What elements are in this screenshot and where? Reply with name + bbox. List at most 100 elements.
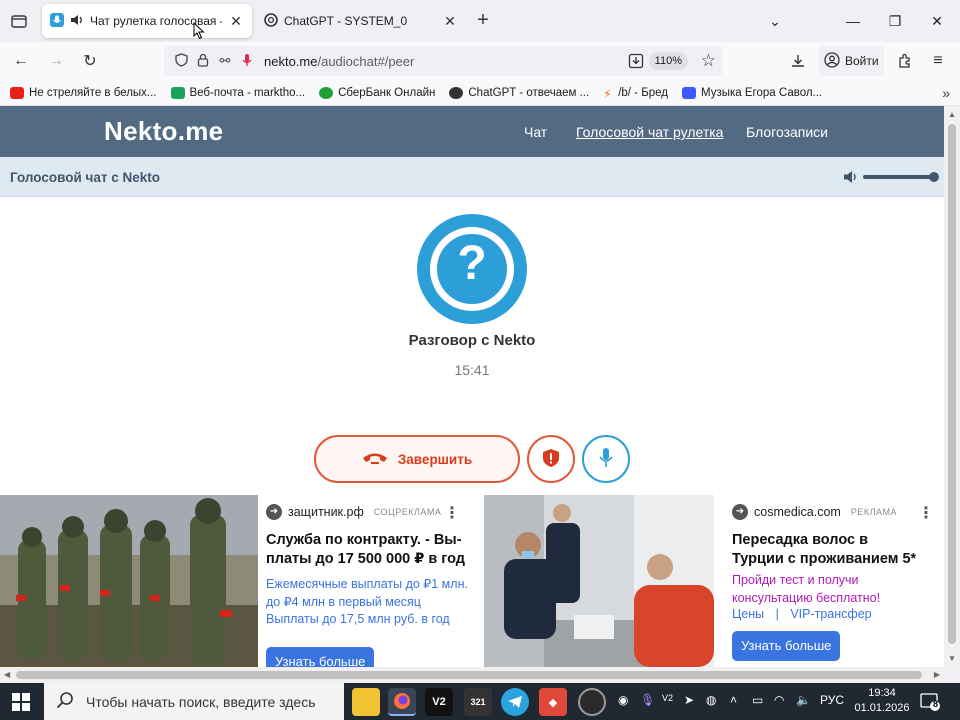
ad-headline[interactable]: Служба по контракту. - Вы­платы до 17 50…	[266, 531, 466, 569]
nav-link-voice-roulette[interactable]: Голосовой чат рулетка	[576, 124, 723, 140]
shield-icon[interactable]	[170, 52, 192, 70]
ad-text[interactable]: Пройди тест и получи консультацию беспла…	[732, 571, 922, 607]
tab-list-icon[interactable]	[8, 10, 30, 32]
reload-icon[interactable]: ↻	[77, 49, 103, 73]
horizontal-scrollbar[interactable]: ◀ ▶	[0, 667, 944, 683]
tray-app-icon[interactable]: ◉	[618, 693, 628, 707]
bookmark-item[interactable]: Музыка Егора Савол...	[682, 86, 822, 99]
ad-source[interactable]: ➜ cosmedica.com РЕКЛАМА	[732, 504, 897, 520]
clock[interactable]: 19:34 01.01.2026	[852, 686, 912, 716]
scrollbar-thumb[interactable]	[16, 671, 922, 679]
shield-alert-icon	[542, 448, 560, 471]
close-tab-icon[interactable]: ✕	[228, 13, 244, 30]
bookmark-item[interactable]: ⚡/b/ - Бред	[603, 86, 668, 101]
taskbar-search[interactable]: Чтобы начать поиск, введите здесь	[44, 683, 344, 720]
ad-image-soldiers[interactable]	[0, 495, 258, 667]
minimize-icon[interactable]: —	[838, 8, 868, 34]
volume-icon[interactable]: 🔈	[796, 693, 811, 707]
site-logo[interactable]: Nekto.me	[104, 116, 223, 147]
ad-card[interactable]: ➜ защитник.рф СОЦРЕКЛАМА ⋮ Служба по кон…	[258, 495, 470, 667]
ad-image-clinic[interactable]	[484, 495, 714, 667]
ad-card[interactable]: ➜ cosmedica.com РЕКЛАМА ⋮ Пересадка воло…	[724, 495, 944, 667]
tray-chevron-up-icon[interactable]: ˄	[730, 693, 737, 707]
obs-icon[interactable]	[578, 688, 606, 716]
music-icon	[682, 86, 697, 99]
back-arrow-icon[interactable]: ←	[8, 49, 34, 73]
ad-link-vip[interactable]: VIP-трансфер	[790, 607, 871, 621]
ad-text-line[interactable]: до ₽4 млн в первый месяц	[266, 593, 421, 611]
forward-arrow-icon[interactable]: →	[43, 49, 69, 73]
volume-slider[interactable]	[843, 169, 939, 185]
save-page-icon[interactable]	[628, 53, 644, 72]
zoom-level-badge[interactable]: 110%	[648, 52, 688, 70]
downloads-icon[interactable]	[785, 49, 811, 73]
microphone-toggle-button[interactable]	[582, 435, 630, 483]
account-signin-button[interactable]: Войти	[818, 46, 884, 76]
microphone-active-icon[interactable]	[236, 53, 258, 70]
speaker-playing-icon[interactable]	[70, 14, 84, 29]
notification-center-icon[interactable]: 8	[920, 693, 940, 711]
file-explorer-icon[interactable]	[352, 688, 380, 716]
speaker-icon[interactable]	[843, 169, 859, 188]
tray-discord-icon[interactable]: ◍	[706, 693, 716, 707]
report-button[interactable]	[527, 435, 575, 483]
v2-app-icon[interactable]: V2	[425, 688, 453, 716]
scroll-down-icon[interactable]: ▼	[948, 654, 956, 663]
youtube-icon	[10, 86, 24, 99]
ad-source[interactable]: ➜ защитник.рф СОЦРЕКЛАМА	[266, 504, 441, 520]
bookmark-item[interactable]: Не стреляйте в белых...	[10, 86, 157, 99]
scroll-up-icon[interactable]: ▲	[948, 110, 956, 119]
restore-icon[interactable]: ❐	[880, 8, 910, 34]
scroll-right-icon[interactable]: ▶	[934, 670, 940, 679]
url-text[interactable]: nekto.me/audiochat#/peer	[264, 54, 414, 69]
volume-knob[interactable]	[929, 172, 939, 182]
ad-text-line[interactable]: Ежемесячные выплаты до ₽1 млн.	[266, 575, 468, 593]
windows-start-icon[interactable]	[12, 693, 30, 711]
ad-text-line[interactable]: Выплаты до 17,5 млн руб. в год	[266, 610, 450, 628]
permissions-icon[interactable]: ⚯	[214, 53, 236, 69]
nav-link-chat[interactable]: Чат	[524, 124, 547, 140]
tab-nekto[interactable]: Чат рулетка голосовая — ✕	[42, 4, 252, 38]
vertical-scrollbar[interactable]: ▲ ▼	[944, 106, 960, 667]
page-viewport: Nekto.me Чат Голосовой чат рулетка Блого…	[0, 106, 944, 667]
firefox-icon[interactable]	[388, 688, 416, 716]
ad-cta-button[interactable]: Узнать больше	[732, 631, 841, 661]
ad-headline[interactable]: Пересадка волос в Турции с проживанием 5…	[732, 531, 922, 569]
extensions-icon[interactable]	[892, 49, 918, 73]
bookmark-item[interactable]: ChatGPT - отвечаем ...	[449, 86, 589, 99]
volume-track[interactable]	[863, 175, 935, 179]
nav-link-blog[interactable]: Блогозаписи	[746, 124, 828, 140]
new-tab-icon[interactable]: +	[472, 10, 494, 32]
close-tab-icon[interactable]: ✕	[442, 13, 458, 30]
more-bookmarks-icon[interactable]: »	[942, 85, 950, 101]
battery-icon[interactable]: ▭	[752, 693, 763, 707]
language-indicator[interactable]: РУС	[820, 693, 844, 707]
tray-v2-icon[interactable]: V2	[662, 693, 673, 703]
anydesk-icon[interactable]: ◆	[539, 688, 567, 716]
network-icon[interactable]: ◠	[774, 693, 784, 707]
close-window-icon[interactable]: ✕	[922, 8, 952, 34]
scroll-left-icon[interactable]: ◀	[4, 670, 10, 679]
ad-cta-button[interactable]: Узнать больше	[266, 647, 375, 667]
tab-chatgpt[interactable]: ChatGPT - SYSTEM_0 ✕	[256, 4, 466, 38]
ad-link-prices[interactable]: Цены	[732, 607, 764, 621]
more-vertical-icon[interactable]: ⋮	[444, 503, 460, 523]
tray-microphone-icon[interactable]: 🎙	[640, 693, 655, 707]
chevron-down-icon[interactable]: ⌄	[760, 8, 790, 34]
scrollbar-thumb[interactable]	[948, 124, 956, 644]
address-bar[interactable]: ⚯ nekto.me/audiochat#/peer 110% ☆	[164, 46, 722, 76]
lightning-icon: ⚡	[603, 86, 612, 101]
more-vertical-icon[interactable]: ⋮	[918, 503, 934, 523]
tray-telegram-icon[interactable]: ➤	[684, 693, 694, 707]
site-header: Nekto.me Чат Голосовой чат рулетка Блого…	[0, 106, 944, 157]
bookmark-item[interactable]: Веб-почта - markthо...	[170, 86, 305, 99]
bookmark-item[interactable]: СберБанк Онлайн	[319, 86, 435, 99]
hamburger-menu-icon[interactable]: ≡	[925, 49, 951, 73]
end-call-button[interactable]: Завершить	[314, 435, 520, 483]
microphone-favicon-icon	[50, 12, 64, 30]
lock-icon[interactable]	[192, 53, 214, 70]
bookmark-star-icon[interactable]: ☆	[701, 51, 716, 71]
telegram-icon[interactable]	[501, 688, 529, 716]
media-player-icon[interactable]: 321	[464, 688, 492, 716]
question-mark-icon: ?	[457, 237, 487, 290]
